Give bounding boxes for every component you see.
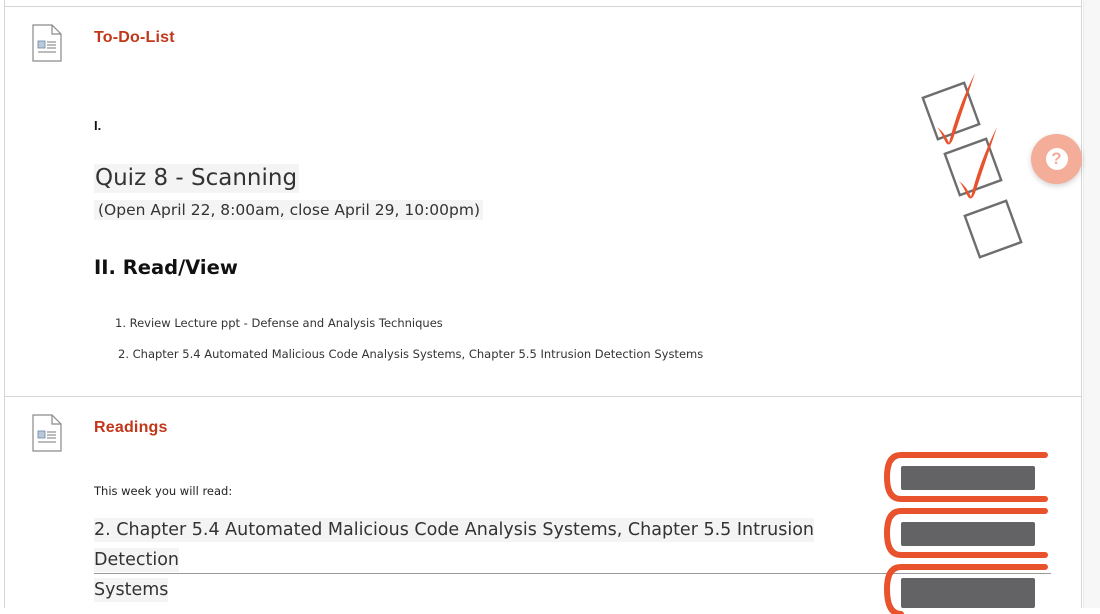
help-icon: ?: [1045, 148, 1068, 170]
quiz-dates: (Open April 22, 8:00am, close April 29, …: [94, 200, 483, 220]
scrollbar-track[interactable]: [1083, 0, 1100, 608]
checklist-icon: [921, 73, 1023, 259]
help-button[interactable]: ?: [1031, 134, 1082, 184]
reading-chapter-line-2: Systems: [94, 578, 169, 602]
document-icon: [32, 414, 62, 452]
reading-chapter-text: 2. Chapter 5.4 Automated Malicious Code …: [94, 515, 864, 605]
todo-list-title-link[interactable]: To-Do-List: [94, 29, 175, 47]
section-one-label: I.: [94, 118, 102, 133]
content-item-todo-list: To-Do-List I. Quiz 8 - Scanning (Open Ap…: [5, 6, 1081, 396]
read-view-heading: II. Read/View: [94, 256, 238, 279]
list-item: 2. Chapter 5.4 Automated Malicious Code …: [118, 347, 704, 361]
readings-title-link[interactable]: Readings: [94, 419, 168, 437]
reading-chapter-line-1: 2. Chapter 5.4 Automated Malicious Code …: [94, 518, 815, 572]
readings-intro: This week you will read:: [94, 484, 233, 498]
content-item-readings: Readings This week you will read: 2. Cha…: [5, 396, 1081, 614]
books-icon: [883, 452, 1048, 614]
quiz-title: Quiz 8 - Scanning: [94, 164, 300, 193]
read-view-list: 1. Review Lecture ppt - Defense and Anal…: [115, 315, 703, 377]
list-item: 1. Review Lecture ppt - Defense and Anal…: [115, 316, 443, 330]
document-icon: [32, 24, 62, 62]
